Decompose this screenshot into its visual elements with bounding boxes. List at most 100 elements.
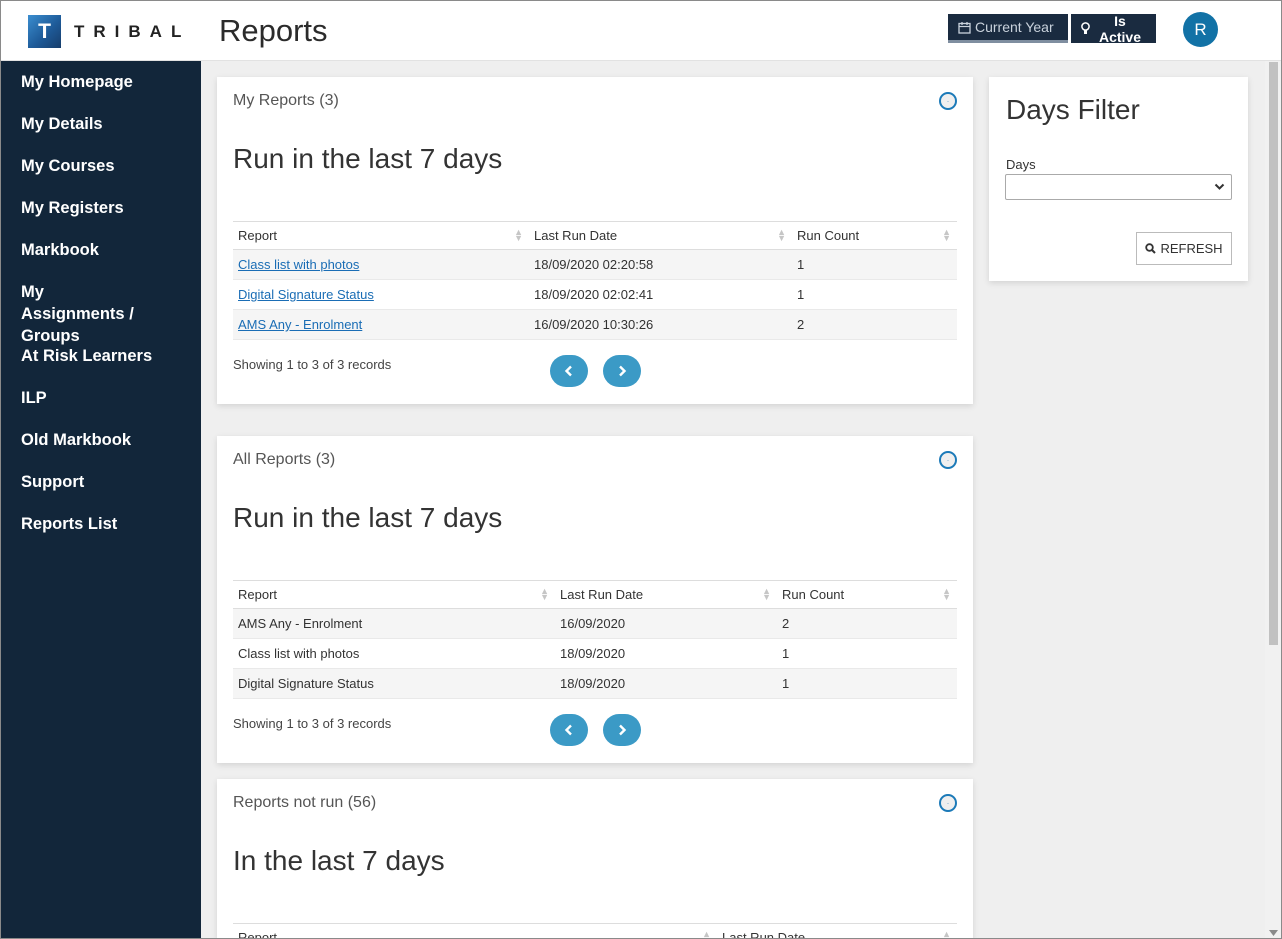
- report-name-cell: AMS Any - Enrolment: [233, 608, 555, 639]
- days-label: Days: [1006, 157, 1036, 172]
- report-name-cell: Class list with photos: [233, 638, 555, 669]
- sidebar-item-my-registers[interactable]: My Registers: [0, 197, 201, 219]
- last-run-date-cell: 16/09/2020 10:30:26: [529, 309, 792, 340]
- report-link[interactable]: Digital Signature Status: [238, 287, 374, 302]
- sidebar-item-reports-list[interactable]: Reports List: [0, 513, 201, 535]
- sort-icon: ▲▼: [942, 929, 951, 939]
- report-link[interactable]: AMS Any - Enrolment: [238, 317, 362, 332]
- logo-mark: T: [28, 15, 61, 48]
- previous-page-button[interactable]: [550, 714, 588, 746]
- current-year-label: Current Year: [975, 19, 1054, 35]
- chevron-down-icon: [1214, 183, 1225, 190]
- current-year-button[interactable]: Current Year: [948, 14, 1068, 43]
- run-count-cell: 1: [792, 279, 957, 310]
- all-reports-card: All Reports (3) Run in the last 7 days R…: [217, 436, 973, 763]
- column-header-last-run-date[interactable]: Last Run Date▲▼: [717, 923, 957, 939]
- next-page-button[interactable]: [603, 714, 641, 746]
- column-header-last-run-date[interactable]: Last Run Date▲▼: [555, 580, 777, 609]
- sidebar-item-at-risk-learners[interactable]: At Risk Learners: [0, 345, 201, 367]
- run-count-cell: 2: [792, 309, 957, 340]
- chevron-up-icon: [947, 802, 949, 804]
- reports-not-run-title: In the last 7 days: [233, 845, 445, 876]
- sort-icon: ▲▼: [777, 227, 786, 243]
- page-scrollbar[interactable]: [1265, 61, 1282, 939]
- column-header-run-count[interactable]: Run Count ▲ ▼: [792, 221, 957, 250]
- sidebar-item-markbook[interactable]: Markbook: [0, 239, 201, 261]
- sidebar-item-my-homepage[interactable]: My Homepage: [0, 71, 201, 93]
- sort-icon: ▲▼: [540, 586, 549, 602]
- sidebar: My Homepage My Details My Courses My Reg…: [0, 61, 201, 939]
- reports-not-run-collapse-button[interactable]: [939, 794, 957, 812]
- table-row: Digital Signature Status 18/09/2020 1: [233, 668, 957, 699]
- top-header: T TRIBAL Reports Current Year Is Active …: [0, 0, 1282, 61]
- my-reports-table: Report ▲ ▼ Last Run Date ▲ ▼ Run Count ▲ ▼ Cla…: [233, 221, 957, 340]
- table-row: Digital Signature Status 18/09/2020 02:0…: [233, 279, 957, 310]
- sidebar-item-my-details[interactable]: My Details: [0, 113, 201, 135]
- lightbulb-icon: [1081, 22, 1090, 35]
- all-reports-table: Report ▲ ▼ Last Run Date ▲ ▼ Run Count ▲ ▼ AMS…: [233, 580, 957, 699]
- sort-icon: ▲▼: [942, 586, 951, 602]
- days-select[interactable]: [1005, 174, 1232, 200]
- reports-not-run-table: Report▲▼ Last Run Date▲▼: [233, 923, 957, 939]
- sidebar-item-my-courses[interactable]: My Courses: [0, 155, 201, 177]
- table-row: AMS Any - Enrolment 16/09/2020 2: [233, 608, 957, 639]
- sort-icon: ▲▼: [702, 929, 711, 939]
- column-header-run-count[interactable]: Run Count ▲ ▼: [777, 580, 957, 609]
- last-run-date-cell: 16/09/2020: [555, 608, 777, 639]
- chevron-right-icon: [619, 365, 627, 377]
- chevron-right-icon: [619, 724, 627, 736]
- is-active-label: Is Active: [1098, 12, 1142, 45]
- column-header-report[interactable]: Report▲▼: [233, 923, 717, 939]
- last-run-date-cell: 18/09/2020 02:20:58: [529, 249, 792, 280]
- chevron-up-icon: [947, 459, 949, 461]
- sort-icon: ▲▼: [942, 227, 951, 243]
- logo-text: TRIBAL: [74, 21, 191, 41]
- my-reports-header[interactable]: My Reports (3): [233, 92, 339, 110]
- column-header-last-run-date[interactable]: Last Run Date▲▼: [529, 221, 792, 250]
- chevron-left-icon: [564, 724, 572, 736]
- table-row: AMS Any - Enrolment 16/09/2020 10:30:26 …: [233, 309, 957, 340]
- refresh-button[interactable]: REFRESH: [1136, 232, 1232, 265]
- last-run-date-cell: 18/09/2020: [555, 638, 777, 669]
- is-active-button[interactable]: Is Active: [1071, 12, 1156, 45]
- column-header-report[interactable]: Report▲▼: [233, 221, 529, 250]
- records-info: Showing 1 to 3 of 3 records: [233, 716, 392, 731]
- sidebar-item-old-markbook[interactable]: Old Markbook: [0, 429, 201, 451]
- report-link[interactable]: Class list with photos: [238, 257, 359, 272]
- chevron-up-icon: [947, 100, 949, 102]
- sidebar-item-ilp[interactable]: ILP: [0, 387, 201, 409]
- records-info: Showing 1 to 3 of 3 records: [233, 357, 392, 372]
- run-count-cell: 1: [792, 249, 957, 280]
- days-filter-card: Days Filter Days REFRESH: [989, 77, 1248, 281]
- table-row: Class list with photos 18/09/2020 1: [233, 638, 957, 669]
- scrollbar-thumb[interactable]: [1269, 62, 1278, 645]
- tribal-logo[interactable]: T TRIBAL: [28, 15, 190, 48]
- sort-icon: ▲▼: [514, 227, 523, 243]
- all-reports-header[interactable]: All Reports (3): [233, 451, 335, 469]
- reports-not-run-card: Reports not run (56) In the last 7 days …: [217, 779, 973, 939]
- run-count-cell: 1: [777, 668, 957, 699]
- next-page-button[interactable]: [603, 355, 641, 387]
- my-reports-card: My Reports (3) Run in the last 7 days Re…: [217, 77, 973, 404]
- my-reports-title: Run in the last 7 days: [233, 143, 503, 174]
- all-reports-title: Run in the last 7 days: [233, 502, 503, 533]
- previous-page-button[interactable]: [550, 355, 588, 387]
- sidebar-item-support[interactable]: Support: [0, 471, 201, 493]
- last-run-date-cell: 18/09/2020 02:02:41: [529, 279, 792, 310]
- refresh-label: REFRESH: [1160, 241, 1223, 256]
- run-count-cell: 1: [777, 638, 957, 669]
- run-count-cell: 2: [777, 608, 957, 639]
- reports-not-run-header[interactable]: Reports not run (56): [233, 794, 376, 812]
- scroll-down-arrow-icon[interactable]: [1269, 930, 1278, 936]
- search-icon: [1145, 243, 1157, 254]
- my-reports-collapse-button[interactable]: [939, 92, 957, 110]
- table-row: Class list with photos 18/09/2020 02:20:…: [233, 249, 957, 280]
- last-run-date-cell: 18/09/2020: [555, 668, 777, 699]
- user-avatar[interactable]: R: [1183, 12, 1218, 47]
- sidebar-item-my-assignments-groups[interactable]: My Assignments / Groups: [0, 281, 170, 347]
- report-name-cell: Digital Signature Status: [233, 668, 555, 699]
- calendar-icon: [958, 21, 971, 34]
- chevron-left-icon: [564, 365, 572, 377]
- all-reports-collapse-button[interactable]: [939, 451, 957, 469]
- column-header-report[interactable]: Report▲▼: [233, 580, 555, 609]
